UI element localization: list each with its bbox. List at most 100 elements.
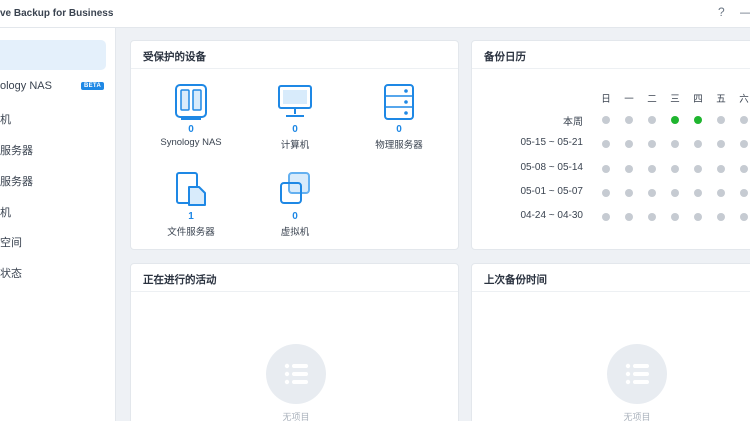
no-backup-dot[interactable] bbox=[648, 189, 656, 197]
device-label: 文件服务器 bbox=[167, 227, 215, 238]
physical-server-icon bbox=[349, 83, 449, 121]
device-label: 计算机 bbox=[280, 140, 310, 151]
no-backup-dot[interactable] bbox=[694, 165, 702, 173]
calendar-week-label: 05-15 ~ 05-21 bbox=[520, 137, 583, 148]
device-count: 1 bbox=[188, 211, 194, 222]
virtual-machine-icon bbox=[245, 170, 345, 208]
computer-icon bbox=[245, 83, 345, 121]
no-backup-dot[interactable] bbox=[602, 213, 610, 221]
no-backup-dot[interactable] bbox=[740, 116, 748, 124]
no-backup-dot[interactable] bbox=[740, 140, 748, 148]
divider bbox=[131, 68, 458, 69]
sidebar-item-computer[interactable]: 机 bbox=[0, 104, 114, 132]
device-physical-server[interactable]: 0 物理服务器 bbox=[349, 83, 449, 151]
no-backup-dot[interactable] bbox=[625, 213, 633, 221]
no-backup-dot[interactable] bbox=[740, 165, 748, 173]
help-button[interactable]: ? bbox=[718, 5, 725, 19]
card-title: 受保护的设备 bbox=[143, 51, 206, 63]
backup-success-dot[interactable] bbox=[694, 116, 702, 124]
sidebar-item-status[interactable]: 状态 bbox=[0, 258, 114, 286]
no-backup-dot[interactable] bbox=[717, 165, 725, 173]
app-title: ve Backup for Business bbox=[0, 8, 114, 19]
card-title: 备份日历 bbox=[484, 51, 526, 63]
empty-text: 无项目 bbox=[623, 412, 651, 421]
minimize-button[interactable]: — bbox=[740, 5, 750, 19]
calendar-day-header: 五 bbox=[716, 94, 726, 105]
no-backup-dot[interactable] bbox=[648, 213, 656, 221]
device-synology-nas[interactable]: 0 Synology NAS bbox=[141, 83, 241, 148]
backup-success-dot[interactable] bbox=[671, 116, 679, 124]
sidebar-item-label: 状态 bbox=[0, 268, 22, 280]
calendar-week-label: 04-24 ~ 04-30 bbox=[520, 210, 583, 221]
sidebar-item-label: ology NAS bbox=[0, 80, 52, 92]
calendar-week-label: 05-08 ~ 05-14 bbox=[520, 162, 583, 173]
device-file-server[interactable]: 1 文件服务器 bbox=[141, 170, 241, 238]
sidebar-item-label: 机 bbox=[0, 207, 11, 219]
no-backup-dot[interactable] bbox=[694, 213, 702, 221]
divider bbox=[131, 291, 458, 292]
backup-calendar-card: 备份日历 日 一 二 三 四 五 六本周 05-15 ~ 05-21 05-08 ~ 05-14… bbox=[471, 40, 750, 250]
no-backup-dot[interactable] bbox=[602, 140, 610, 148]
no-backup-dot[interactable] bbox=[717, 116, 725, 124]
beta-badge: BETA bbox=[81, 82, 105, 90]
sidebar-item-overview[interactable] bbox=[0, 40, 106, 70]
no-backup-dot[interactable] bbox=[602, 165, 610, 173]
no-backup-dot[interactable] bbox=[671, 189, 679, 197]
calendar-week-label: 本周 bbox=[563, 117, 583, 128]
card-title: 上次备份时间 bbox=[484, 274, 547, 286]
no-backup-dot[interactable] bbox=[671, 165, 679, 173]
sidebar-item-label: 服务器 bbox=[0, 145, 33, 157]
device-computer[interactable]: 0 计算机 bbox=[245, 83, 345, 151]
no-backup-dot[interactable] bbox=[625, 165, 633, 173]
sidebar-item-label: 服务器 bbox=[0, 176, 33, 188]
no-backup-dot[interactable] bbox=[625, 140, 633, 148]
sidebar-item-label: 空间 bbox=[0, 237, 22, 249]
no-backup-dot[interactable] bbox=[602, 189, 610, 197]
empty-list-icon bbox=[266, 344, 326, 404]
sidebar-item-synology-nas[interactable]: ology NAS BETA bbox=[0, 73, 114, 101]
calendar-day-header: 一 bbox=[624, 94, 634, 105]
ongoing-activities-card: 正在进行的活动 无项目 bbox=[130, 263, 459, 421]
no-backup-dot[interactable] bbox=[602, 116, 610, 124]
no-backup-dot[interactable] bbox=[648, 140, 656, 148]
divider bbox=[472, 291, 750, 292]
title-bar: ve Backup for Business ? — bbox=[0, 0, 750, 28]
sidebar: ology NAS BETA 机 服务器 服务器 机 空间 状态 bbox=[0, 28, 116, 421]
sidebar-item-label: 机 bbox=[0, 114, 11, 126]
device-label: 虚拟机 bbox=[280, 227, 310, 238]
device-count: 0 bbox=[292, 124, 298, 135]
no-backup-dot[interactable] bbox=[694, 189, 702, 197]
device-virtual-machine[interactable]: 0 虚拟机 bbox=[245, 170, 345, 238]
no-backup-dot[interactable] bbox=[625, 116, 633, 124]
no-backup-dot[interactable] bbox=[648, 116, 656, 124]
empty-list-icon bbox=[607, 344, 667, 404]
no-backup-dot[interactable] bbox=[740, 189, 748, 197]
no-backup-dot[interactable] bbox=[625, 189, 633, 197]
sidebar-item-file-server[interactable]: 服务器 bbox=[0, 166, 114, 194]
no-backup-dot[interactable] bbox=[648, 165, 656, 173]
device-count: 0 bbox=[188, 124, 194, 135]
calendar-day-header: 四 bbox=[693, 94, 703, 105]
device-label: 物理服务器 bbox=[375, 140, 423, 151]
no-backup-dot[interactable] bbox=[671, 213, 679, 221]
card-title: 正在进行的活动 bbox=[143, 274, 217, 286]
last-backup-time-card: 上次备份时间 无项目 bbox=[471, 263, 750, 421]
no-backup-dot[interactable] bbox=[694, 140, 702, 148]
file-server-icon bbox=[141, 170, 241, 208]
calendar-day-header: 六 bbox=[739, 94, 749, 105]
sidebar-item-virtual-machine[interactable]: 机 bbox=[0, 197, 114, 225]
no-backup-dot[interactable] bbox=[740, 213, 748, 221]
sidebar-item-physical-server[interactable]: 服务器 bbox=[0, 135, 114, 163]
calendar-week-label: 05-01 ~ 05-07 bbox=[520, 186, 583, 197]
calendar-day-header: 日 bbox=[601, 94, 611, 105]
device-label: Synology NAS bbox=[160, 137, 222, 148]
no-backup-dot[interactable] bbox=[717, 189, 725, 197]
sidebar-item-storage[interactable]: 空间 bbox=[0, 227, 114, 255]
calendar-day-header: 三 bbox=[670, 94, 680, 105]
calendar-day-header: 二 bbox=[647, 94, 657, 105]
no-backup-dot[interactable] bbox=[717, 213, 725, 221]
no-backup-dot[interactable] bbox=[717, 140, 725, 148]
protected-devices-card: 受保护的设备 0 Synology NAS 0 计算机 0 物理服务器 1 文件… bbox=[130, 40, 459, 250]
no-backup-dot[interactable] bbox=[671, 140, 679, 148]
empty-text: 无项目 bbox=[282, 412, 310, 421]
